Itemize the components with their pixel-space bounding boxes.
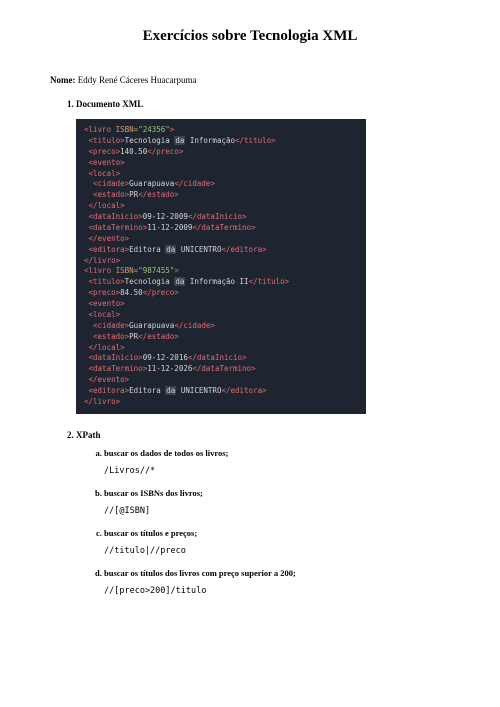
xpath-q-d: buscar os títulos dos livros com preço s… xyxy=(104,568,296,578)
xpath-item-d: buscar os títulos dos livros com preço s… xyxy=(104,568,450,596)
section-xpath: XPath buscar os dados de todos os livros… xyxy=(76,430,450,596)
name-value: Eddy René Cáceres Huacarpuma xyxy=(78,75,197,85)
xml-code-block: <livro ISBN="24356"> <titulo>Tecnologia … xyxy=(76,119,366,414)
section2-heading: XPath xyxy=(76,430,101,440)
page-title: Exercícios sobre Tecnologia XML xyxy=(50,28,450,45)
xpath-item-b: buscar os ISBNs dos livros; //[@ISBN] xyxy=(104,488,450,516)
section-documento-xml: Documento XML <livro ISBN="24356"> <titu… xyxy=(76,99,450,414)
xpath-q-c: buscar os títulos e preços; xyxy=(104,528,197,538)
section1-heading: Documento XML xyxy=(76,99,143,109)
xpath-a-b: //[@ISBN] xyxy=(104,506,450,516)
xpath-q-b: buscar os ISBNs dos livros; xyxy=(104,488,203,498)
author-line: Nome: Eddy René Cáceres Huacarpuma xyxy=(50,75,450,85)
xpath-item-a: buscar os dados de todos os livros; /Liv… xyxy=(104,448,450,476)
xpath-a-d: //[preco>200]/titulo xyxy=(104,586,450,596)
xpath-a-c: //titulo|//preco xyxy=(104,546,450,556)
name-label: Nome: xyxy=(50,75,76,85)
xpath-a-a: /Livros//* xyxy=(104,466,450,476)
xpath-q-a: buscar os dados de todos os livros; xyxy=(104,448,228,458)
xpath-item-c: buscar os títulos e preços; //titulo|//p… xyxy=(104,528,450,556)
